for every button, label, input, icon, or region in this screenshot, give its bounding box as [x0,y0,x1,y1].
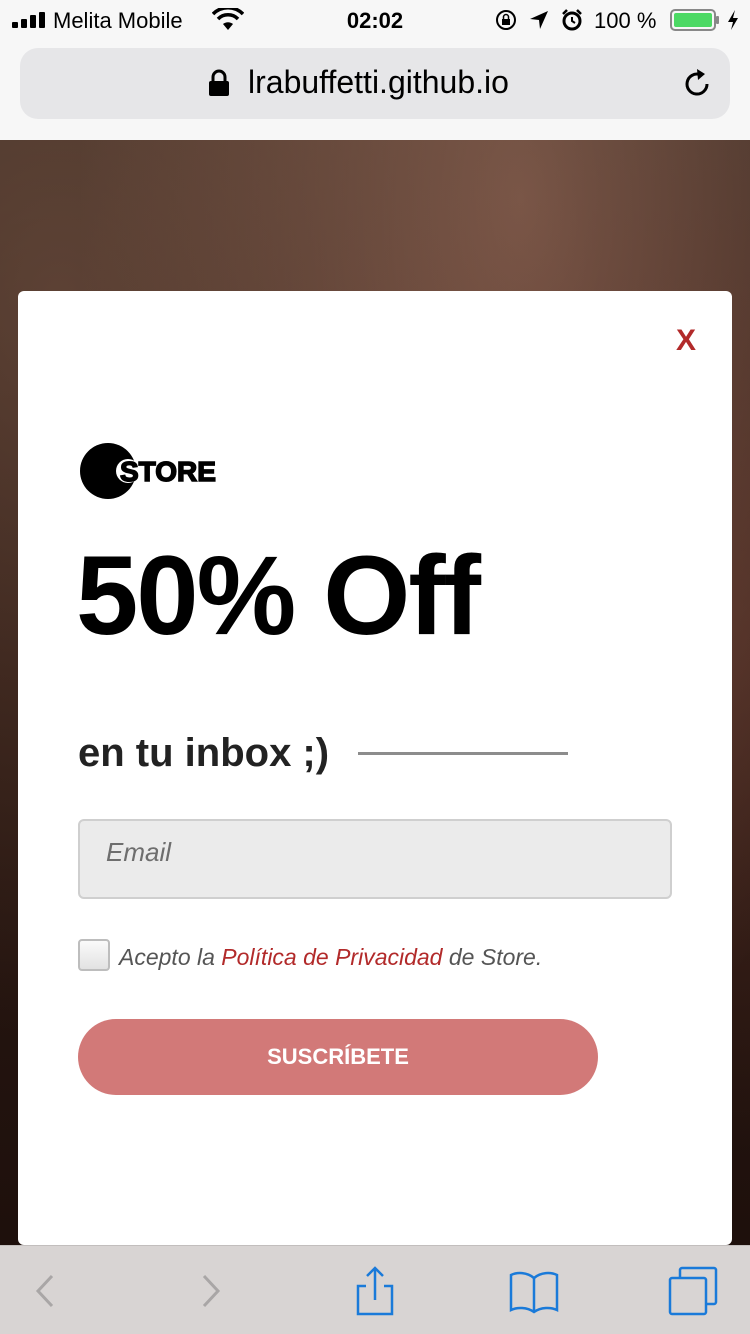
consent-label: Acepto la Política de Privacidad de Stor… [119,944,542,971]
newsletter-modal: X STORE 50% Off en tu inbox ;) Acepto la… [18,291,732,1245]
privacy-checkbox[interactable] [78,939,110,971]
bookmarks-icon[interactable] [509,1266,559,1316]
battery-percent: 100 % [594,8,657,33]
forward-icon[interactable] [186,1266,236,1316]
subheadline: en tu inbox ;) [78,731,330,775]
charging-icon [728,10,738,30]
logo-text: STORE [120,456,216,487]
browser-chrome: lrabuffetti.github.io [0,40,750,140]
consent-prefix: Acepto la [119,944,222,970]
store-logo: STORE [80,443,217,499]
privacy-policy-link[interactable]: Política de Privacidad [221,944,442,970]
reload-icon[interactable] [680,67,714,101]
location-icon [530,11,548,29]
alarm-icon [562,9,582,31]
share-icon[interactable] [350,1266,400,1316]
divider-line [358,752,568,755]
close-button[interactable]: X [668,321,704,361]
discount-headline: 50% Off [76,533,481,658]
email-field[interactable] [78,819,672,899]
back-icon[interactable] [20,1266,70,1316]
url-text: lrabuffetti.github.io [248,64,509,100]
lock-icon [209,69,229,96]
battery-icon [670,9,719,31]
tabs-icon[interactable] [668,1266,718,1316]
browser-toolbar [0,1245,750,1334]
consent-suffix: de Store. [442,944,543,970]
subscribe-button[interactable]: SUSCRÍBETE [78,1019,598,1095]
address-bar[interactable]: lrabuffetti.github.io [20,48,730,119]
orientation-lock-icon [496,10,516,30]
status-bar: Melita Mobile 02:02 100 % [0,0,750,40]
